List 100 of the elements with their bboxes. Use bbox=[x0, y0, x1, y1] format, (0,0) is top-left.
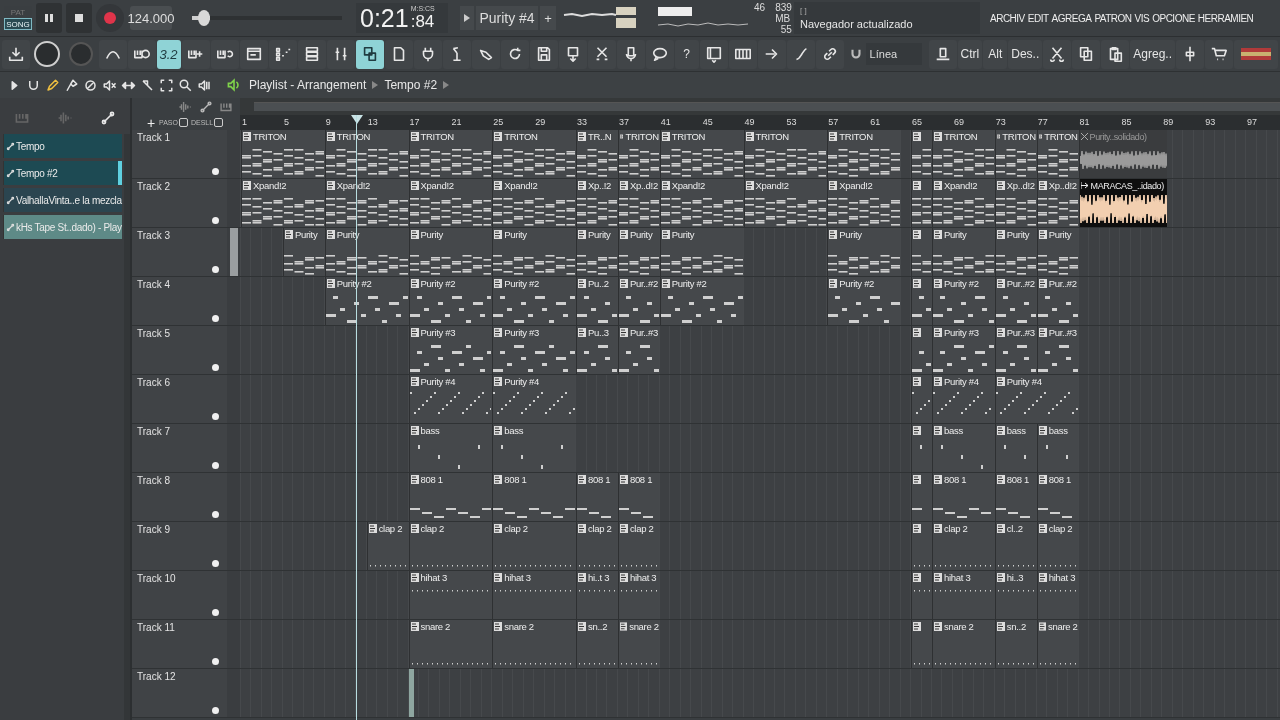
track-header[interactable]: Track 2 bbox=[132, 179, 227, 227]
pattern-clip[interactable]: Pur..#3 bbox=[617, 326, 659, 374]
pattern-clip[interactable]: 808 1 bbox=[492, 473, 575, 521]
pattern-clip[interactable]: Purity #4 bbox=[492, 375, 575, 423]
menu-item[interactable]: OPCIONE bbox=[1152, 12, 1195, 24]
pattern-clip[interactable]: hihat 3 bbox=[932, 571, 994, 619]
pattern-clip[interactable]: Xp..d!2 bbox=[994, 179, 1036, 227]
pattern-clip[interactable]: Pur..#2 bbox=[994, 277, 1036, 325]
pattern-clip[interactable]: bass bbox=[492, 424, 575, 472]
pattern-clip[interactable]: Pur..#3 bbox=[1036, 326, 1078, 374]
pattern-clip[interactable]: Purity #4 bbox=[408, 375, 492, 423]
pattern-clip[interactable]: Purity #4 bbox=[932, 375, 994, 423]
clip-source-item[interactable]: Tempo #2 bbox=[3, 161, 122, 185]
pattern-clip[interactable]: Purity #2 bbox=[659, 277, 743, 325]
track-header[interactable]: Track 3 bbox=[132, 228, 227, 276]
pattern-clip[interactable]: sn..2 bbox=[576, 620, 617, 668]
pattern-clip[interactable]: Pur..#2 bbox=[617, 277, 659, 325]
bar-ruler[interactable]: 1 5 9 13 17 21 25 29 33 37 41 45 49 53 57 61 65 69 73 77 81 85 89 93 97 bbox=[240, 115, 1280, 130]
pattern-clip[interactable]: snare 2 bbox=[932, 620, 994, 668]
pattern-clip[interactable]: TRITON bbox=[659, 130, 743, 178]
add-pattern-button[interactable]: + bbox=[540, 6, 556, 30]
pattern-clip[interactable]: TR..N bbox=[576, 130, 617, 178]
pattern-clip[interactable]: Xpand!2 bbox=[241, 179, 324, 227]
pattern-clip[interactable]: hi..t 3 bbox=[576, 571, 617, 619]
track-header[interactable]: Track 8 bbox=[132, 473, 227, 521]
pattern-clip[interactable]: snare 2 bbox=[617, 620, 659, 668]
pattern-clip[interactable]: Purity bbox=[492, 228, 575, 276]
pattern-clip[interactable]: TRITON bbox=[743, 130, 827, 178]
menu-item[interactable]: AGREGA bbox=[1051, 12, 1092, 24]
pattern-clip[interactable]: TRITON bbox=[1036, 130, 1078, 178]
pattern-clip[interactable]: clap 2 bbox=[492, 522, 575, 570]
pattern-clip[interactable]: bass bbox=[994, 424, 1036, 472]
pattern-clip[interactable]: Purity bbox=[617, 228, 659, 276]
pattern-clip[interactable]: clap 2 bbox=[408, 522, 492, 570]
audio-clip[interactable]: Purity..solidado) bbox=[1078, 130, 1167, 178]
pattern-clip[interactable]: Xp..!2 bbox=[576, 179, 617, 227]
breadcrumb-item[interactable]: Tempo #2 bbox=[384, 78, 438, 92]
pattern-clip[interactable]: clap 2 bbox=[576, 522, 617, 570]
pattern-clip[interactable]: Pu..3 bbox=[576, 326, 617, 374]
pattern-clip[interactable]: Xp..d!2 bbox=[1036, 179, 1078, 227]
menu-item[interactable]: VIS bbox=[1134, 12, 1150, 24]
pattern-clip[interactable]: Purity bbox=[1036, 228, 1078, 276]
pattern-clip[interactable]: hihat 3 bbox=[1036, 571, 1078, 619]
pattern-clip[interactable]: Purity #3 bbox=[492, 326, 575, 374]
pattern-clip[interactable]: bass bbox=[932, 424, 994, 472]
pattern-clip[interactable]: Purity #2 bbox=[492, 277, 575, 325]
pattern-clip[interactable]: Purity #2 bbox=[408, 277, 492, 325]
pattern-clip[interactable]: Purity #2 bbox=[932, 277, 994, 325]
toolbar-text-button[interactable]: Agreg.. bbox=[1130, 39, 1175, 69]
pattern-clip[interactable]: clap 2 bbox=[617, 522, 659, 570]
pattern-clip[interactable]: Purity #4 bbox=[994, 375, 1078, 423]
menu-item[interactable]: PATRON bbox=[1094, 12, 1132, 24]
pattern-clip[interactable]: Purity bbox=[408, 228, 492, 276]
pattern-clip[interactable]: cl..2 bbox=[994, 522, 1036, 570]
track-header[interactable]: Track 6 bbox=[132, 375, 227, 423]
track-header[interactable]: Track 9 bbox=[132, 522, 227, 570]
pattern-clip[interactable]: TRITON bbox=[408, 130, 492, 178]
pattern-clip[interactable]: 808 1 bbox=[1036, 473, 1078, 521]
pattern-clip[interactable]: Purity #3 bbox=[932, 326, 994, 374]
pattern-clip[interactable]: TRITON bbox=[994, 130, 1036, 178]
pattern-clip[interactable]: snare 2 bbox=[1036, 620, 1078, 668]
pattern-clip[interactable]: Pur..#3 bbox=[994, 326, 1036, 374]
pattern-clip[interactable]: sn..2 bbox=[994, 620, 1036, 668]
pattern-clip[interactable]: hihat 3 bbox=[408, 571, 492, 619]
pattern-clip[interactable]: Purity bbox=[994, 228, 1036, 276]
track-header[interactable]: Track 12 bbox=[132, 669, 227, 717]
pattern-clip[interactable]: 808 1 bbox=[932, 473, 994, 521]
pattern-clip[interactable]: snare 2 bbox=[492, 620, 575, 668]
track-header[interactable]: Track 10 bbox=[132, 571, 227, 619]
pattern-clip[interactable]: hihat 3 bbox=[617, 571, 659, 619]
pattern-clip[interactable]: Purity bbox=[827, 228, 900, 276]
pattern-clip[interactable]: Xp..d!2 bbox=[617, 179, 659, 227]
pattern-clip[interactable]: Purity bbox=[659, 228, 743, 276]
pattern-clip[interactable]: Xpand!2 bbox=[743, 179, 827, 227]
snap-dropdown[interactable]: Línea bbox=[865, 43, 922, 65]
pattern-clip[interactable]: Purity #3 bbox=[408, 326, 492, 374]
pattern-clip[interactable]: Pur..#2 bbox=[1036, 277, 1078, 325]
pattern-clip[interactable]: TRITON bbox=[932, 130, 994, 178]
pattern-clip[interactable]: TRITON bbox=[617, 130, 659, 178]
pattern-selector[interactable]: Purity #4 bbox=[476, 6, 538, 30]
pattern-clip[interactable]: clap 2 bbox=[1036, 522, 1078, 570]
menu-item[interactable]: ARCHIV bbox=[990, 12, 1025, 24]
clip-source-item[interactable]: Tempo bbox=[3, 134, 122, 158]
clip-source-item[interactable]: ValhallaVinta..e la mezcla bbox=[3, 188, 122, 212]
pattern-clip[interactable]: Xpand!2 bbox=[932, 179, 994, 227]
audio-clip[interactable]: MARACAS_..idado) bbox=[1078, 179, 1167, 227]
pattern-clip[interactable]: Xpand!2 bbox=[408, 179, 492, 227]
pattern-clip[interactable]: Purity bbox=[576, 228, 617, 276]
toolbar-text-button[interactable]: Ctrl bbox=[957, 39, 983, 69]
add-track-button[interactable]: + bbox=[146, 114, 156, 131]
toolbar-text-button[interactable]: 3.2 bbox=[156, 39, 181, 69]
pattern-clip[interactable]: snare 2 bbox=[408, 620, 492, 668]
menu-item[interactable]: HERRAMIEN bbox=[1197, 12, 1254, 24]
pattern-clip[interactable]: clap 2 bbox=[932, 522, 994, 570]
pattern-clip[interactable]: Pu..2 bbox=[576, 277, 617, 325]
pattern-clip[interactable]: Purity bbox=[282, 228, 324, 276]
toolbar-text-button[interactable]: ? bbox=[674, 39, 699, 69]
pattern-clip[interactable]: bass bbox=[1036, 424, 1078, 472]
pattern-clip[interactable]: TRITON bbox=[827, 130, 900, 178]
track-header[interactable]: Track 7 bbox=[132, 424, 227, 472]
